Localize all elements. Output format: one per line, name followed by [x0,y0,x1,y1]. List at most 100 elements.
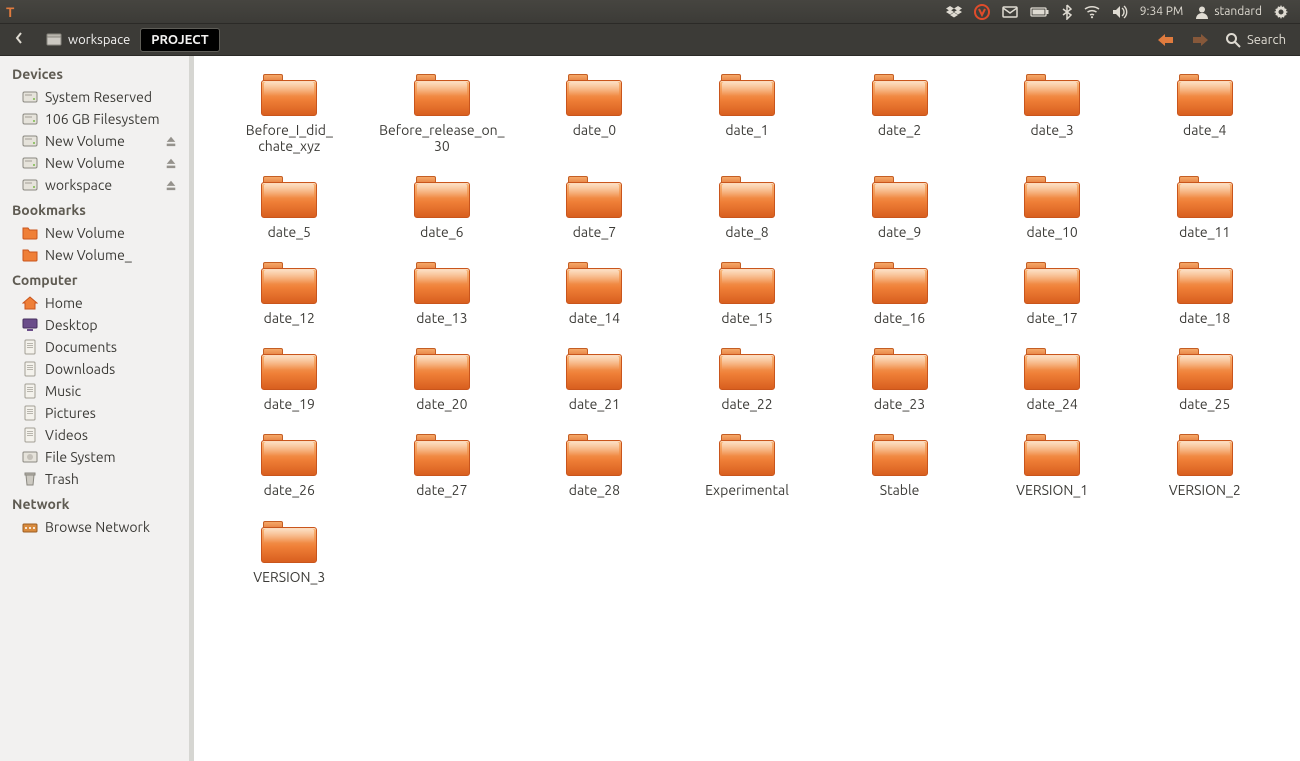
folder-item[interactable]: date_6 [371,176,514,240]
folder-item[interactable]: date_3 [981,74,1124,154]
folder-icon [1024,74,1080,116]
folder-icon [566,262,622,304]
folder-icon [719,176,775,218]
sound-icon[interactable] [1106,5,1134,19]
sidebar-item[interactable]: Videos [0,424,189,446]
sidebar-item-label: Trash [45,471,79,487]
sidebar-header: Devices [0,60,189,86]
hdd-icon [22,155,38,171]
search-button[interactable]: Search [1221,32,1290,48]
folder-item[interactable]: date_1 [676,74,819,154]
sidebar-item[interactable]: workspace [0,174,189,196]
folder-icon [22,225,38,241]
folder-item[interactable]: date_9 [828,176,971,240]
folder-item[interactable]: date_23 [828,348,971,412]
folder-item[interactable]: date_17 [981,262,1124,326]
toolbar-back-button[interactable] [1153,32,1179,48]
folder-item[interactable]: date_8 [676,176,819,240]
sidebar-item[interactable]: System Reserved [0,86,189,108]
eject-icon[interactable] [165,156,177,170]
file-content-area[interactable]: Before_I_did_chate_xyzBefore_release_on_… [194,56,1300,761]
folder-item[interactable]: date_20 [371,348,514,412]
eject-icon[interactable] [165,178,177,192]
toolbar-forward-button[interactable] [1187,32,1213,48]
sidebar-item[interactable]: Home [0,292,189,314]
path-history-back-icon[interactable] [10,30,28,49]
folder-item[interactable]: date_25 [1133,348,1276,412]
gear-icon[interactable] [1268,5,1294,19]
folder-item[interactable]: date_15 [676,262,819,326]
sidebar-item-label: Pictures [45,405,96,421]
folder-label: date_1 [725,122,768,138]
folder-item[interactable]: date_12 [218,262,361,326]
folder-item[interactable]: date_4 [1133,74,1276,154]
folder-icon [22,247,38,263]
mail-icon[interactable] [996,6,1024,18]
folder-label: date_7 [573,224,616,240]
folder-item[interactable]: date_24 [981,348,1124,412]
folder-item[interactable]: VERSION_2 [1133,434,1276,498]
folder-label: date_27 [416,482,467,498]
folder-item[interactable]: date_2 [828,74,971,154]
folder-item[interactable]: date_0 [523,74,666,154]
sidebar-item-label: Downloads [45,361,115,377]
folder-icon [566,74,622,116]
dropbox-icon[interactable] [940,4,968,20]
sidebar-item[interactable]: Documents [0,336,189,358]
sidebar-item[interactable]: Pictures [0,402,189,424]
sidebar-item[interactable]: New Volume [0,152,189,174]
sidebar-item[interactable]: New Volume [0,130,189,152]
sidebar-item[interactable]: Downloads [0,358,189,380]
folder-item[interactable]: date_7 [523,176,666,240]
bluetooth-icon[interactable] [1056,4,1078,20]
vivaldi-icon[interactable] [968,4,996,20]
folder-item[interactable]: Experimental [676,434,819,498]
folder-item[interactable]: date_11 [1133,176,1276,240]
eject-icon[interactable] [165,134,177,148]
sidebar-item[interactable]: Music [0,380,189,402]
wifi-icon[interactable] [1078,5,1106,19]
folder-item[interactable]: date_18 [1133,262,1276,326]
folder-icon [261,434,317,476]
panel-clock[interactable]: 9:34 PM [1134,5,1190,18]
doc-icon [22,383,38,399]
folder-item[interactable]: VERSION_1 [981,434,1124,498]
folder-item[interactable]: date_26 [218,434,361,498]
folder-item[interactable]: date_21 [523,348,666,412]
sidebar-item[interactable]: Browse Network [0,516,189,538]
sidebar-item[interactable]: New Volume [0,222,189,244]
folder-icon [872,348,928,390]
folder-label: date_10 [1027,224,1078,240]
folder-item[interactable]: date_10 [981,176,1124,240]
sidebar-item-label: workspace [45,177,112,193]
hdd-icon [22,133,38,149]
sidebar-item[interactable]: New Volume_ [0,244,189,266]
sidebar-item[interactable]: 106 GB Filesystem [0,108,189,130]
folder-item[interactable]: date_22 [676,348,819,412]
sidebar-item[interactable]: Desktop [0,314,189,336]
crumb-workspace[interactable]: workspace [36,28,140,52]
folder-icon [872,176,928,218]
panel-time-text: 9:34 PM [1140,5,1184,18]
folder-grid: Before_I_did_chate_xyzBefore_release_on_… [218,74,1276,585]
user-menu[interactable]: standard [1189,5,1268,19]
fs-icon [22,449,38,465]
sidebar-item-label: Browse Network [45,519,150,535]
sidebar-header: Computer [0,266,189,292]
folder-item[interactable]: Stable [828,434,971,498]
sidebar-item[interactable]: File System [0,446,189,468]
folder-item[interactable]: Before_I_did_chate_xyz [218,74,361,154]
sidebar-item[interactable]: Trash [0,468,189,490]
folder-item[interactable]: date_28 [523,434,666,498]
battery-icon[interactable] [1024,6,1056,18]
folder-item[interactable]: date_16 [828,262,971,326]
folder-icon [1024,348,1080,390]
folder-item[interactable]: date_13 [371,262,514,326]
folder-item[interactable]: date_14 [523,262,666,326]
folder-item[interactable]: VERSION_3 [218,521,361,585]
folder-item[interactable]: date_19 [218,348,361,412]
crumb-project[interactable]: PROJECT [140,28,219,52]
folder-item[interactable]: date_27 [371,434,514,498]
folder-item[interactable]: date_5 [218,176,361,240]
folder-item[interactable]: Before_release_on_30 [371,74,514,154]
